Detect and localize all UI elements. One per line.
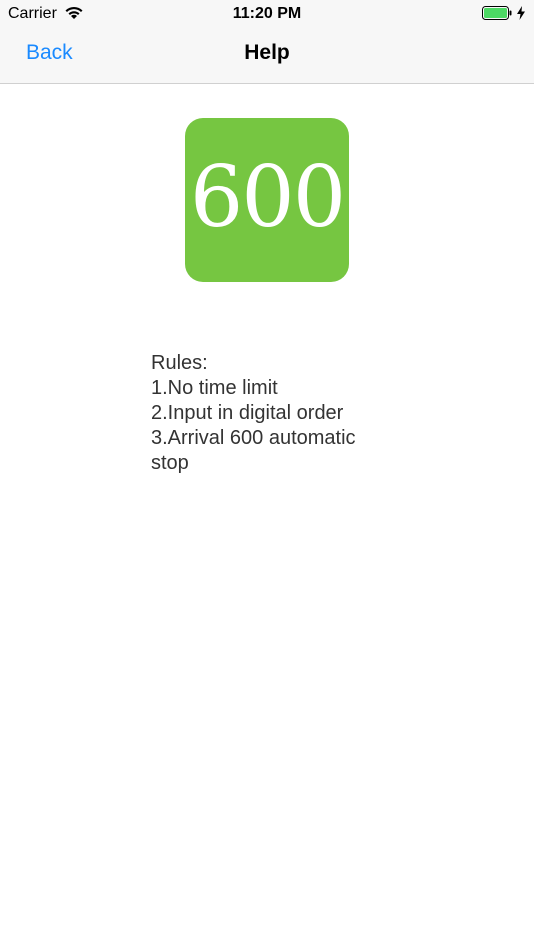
status-bar: Carrier 11:20 PM (0, 0, 534, 28)
page-title: Help (244, 41, 290, 64)
rule-item: 2.Input in digital order (151, 402, 344, 424)
navigation-bar: Back Help (0, 28, 534, 84)
battery-icon (482, 6, 512, 20)
app-logo: 600 (185, 118, 349, 282)
help-screen: Carrier 11:20 PM Back Help 600 Rules: 1.… (0, 0, 534, 950)
rule-item: 3.Arrival 600 automatic stop (151, 427, 356, 474)
rules-text: Rules: 1.No time limit 2.Input in digita… (151, 351, 391, 476)
status-time: 11:20 PM (232, 5, 302, 22)
rules-heading: Rules: (151, 352, 208, 374)
charging-bolt-icon (517, 6, 525, 20)
logo-text: 600 (189, 148, 346, 246)
rule-item: 1.No time limit (151, 377, 278, 399)
